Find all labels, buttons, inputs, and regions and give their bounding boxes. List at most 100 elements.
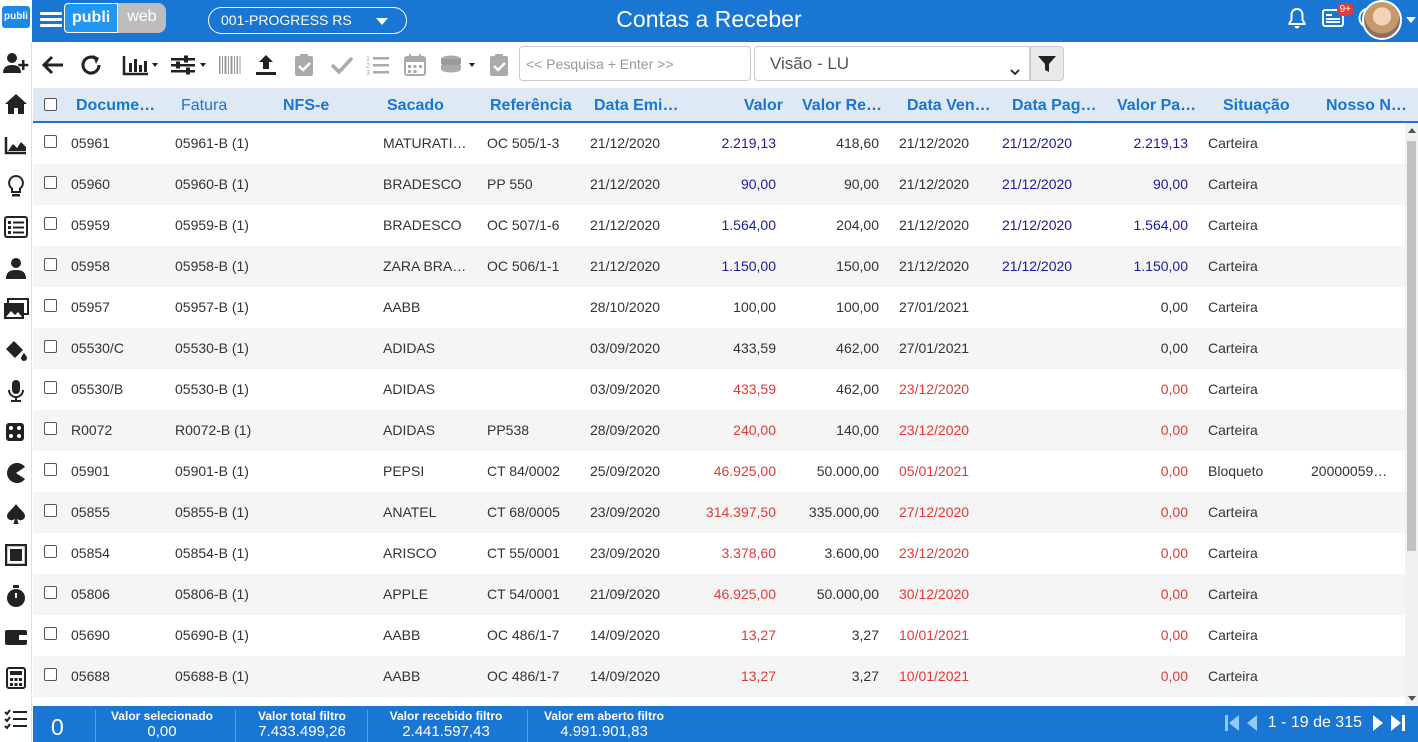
column-header-valor-recebido[interactable]: Valor Re… xyxy=(802,88,892,123)
cell-data-vencimento: 27/01/2021 xyxy=(899,299,970,315)
table-row[interactable]: 05854 05854-B (1) ARISCO CT 55/0001 23/09/20… xyxy=(33,533,1405,574)
coins-dropdown-icon[interactable] xyxy=(438,52,478,78)
sidebar-item-home[interactable] xyxy=(0,83,32,124)
cell-valor-pago: 1.564,00 xyxy=(1133,217,1189,233)
numbered-list-icon[interactable]: 123 xyxy=(365,52,391,78)
sidebar-item-wallet[interactable] xyxy=(0,616,32,657)
last-page-icon[interactable] xyxy=(1390,714,1406,732)
check-icon[interactable] xyxy=(329,52,355,78)
vertical-scrollbar[interactable] xyxy=(1405,123,1418,706)
row-checkbox[interactable] xyxy=(44,504,57,517)
sidebar-item-add-user[interactable] xyxy=(0,42,32,83)
avatar-caret-icon[interactable] xyxy=(1406,17,1416,23)
row-checkbox[interactable] xyxy=(44,545,57,558)
table-row[interactable]: 05901 05901-B (1) PEPSI CT 84/0002 25/09/202… xyxy=(33,451,1405,492)
row-checkbox[interactable] xyxy=(44,135,57,148)
cell-valor-pago: 0,00 xyxy=(1160,381,1188,397)
sidebar-item-calculator[interactable] xyxy=(0,657,32,698)
row-checkbox[interactable] xyxy=(44,217,57,230)
cell-fatura: 05901-B (1) xyxy=(175,463,249,479)
cell-valor: 314.397,50 xyxy=(705,504,776,520)
column-header-documento[interactable]: Docume… xyxy=(76,88,160,123)
sidebar-item-checklist[interactable] xyxy=(0,698,32,739)
table-row[interactable]: 05959 05959-B (1) BRADESCO OC 507/1-6 21/12/… xyxy=(33,205,1405,246)
table-row[interactable]: 05530/C 05530-B (1) ADIDAS 03/09/2020 433,59… xyxy=(33,328,1405,369)
company-select[interactable]: 001-PROGRESS RS xyxy=(208,7,407,34)
sidebar-item-ideas[interactable] xyxy=(0,165,32,206)
row-checkbox[interactable] xyxy=(44,627,57,640)
table-row[interactable]: 05690 05690-B (1) AABB OC 486/1-7 14/09/2020… xyxy=(33,615,1405,656)
prev-page-icon[interactable] xyxy=(1246,714,1258,732)
select-all-checkbox[interactable] xyxy=(44,98,57,111)
settings-sliders-icon[interactable] xyxy=(169,52,209,78)
sidebar-item-pacman[interactable] xyxy=(0,452,32,493)
refresh-icon[interactable] xyxy=(78,52,104,78)
column-header-data-vencimento[interactable]: Data Ven… xyxy=(907,88,997,123)
column-header-referencia[interactable]: Referência xyxy=(490,88,580,123)
table-row[interactable]: 05806 05806-B (1) APPLE CT 54/0001 21/09/202… xyxy=(33,574,1405,615)
sidebar-item-person[interactable] xyxy=(0,247,32,288)
search-input[interactable] xyxy=(519,46,751,81)
row-checkbox[interactable] xyxy=(44,176,57,189)
first-page-icon[interactable] xyxy=(1224,714,1240,732)
scroll-down-icon[interactable] xyxy=(1408,696,1416,701)
upload-icon[interactable] xyxy=(253,52,279,78)
cell-fatura: 05960-B (1) xyxy=(175,176,249,192)
filter-button[interactable] xyxy=(1030,46,1064,81)
row-checkbox[interactable] xyxy=(44,586,57,599)
column-header-valor[interactable]: Valor xyxy=(693,88,783,123)
table-row[interactable]: 05958 05958-B (1) ZARA BRA… OC 506/1-1 21/12… xyxy=(33,246,1405,287)
back-icon[interactable] xyxy=(40,52,66,78)
caret-down-icon xyxy=(376,18,388,25)
column-header-data-emissao[interactable]: Data Emi… xyxy=(594,88,684,123)
clipboard-check-2-icon[interactable] xyxy=(486,52,512,78)
avatar[interactable] xyxy=(1362,0,1402,40)
row-checkbox[interactable] xyxy=(44,422,57,435)
row-checkbox[interactable] xyxy=(44,299,57,312)
sidebar-item-square[interactable] xyxy=(0,534,32,575)
row-checkbox[interactable] xyxy=(44,258,57,271)
column-header-valor-pago[interactable]: Valor Pa… xyxy=(1117,88,1207,123)
table-row[interactable]: 05530/B 05530-B (1) ADIDAS 03/09/2020 433,59… xyxy=(33,369,1405,410)
sidebar-item-microphone[interactable] xyxy=(0,370,32,411)
next-page-icon[interactable] xyxy=(1372,714,1384,732)
notifications-icon[interactable]: 9+ xyxy=(1320,3,1354,31)
sidebar-item-list[interactable] xyxy=(0,206,32,247)
table-row[interactable]: 05957 05957-B (1) AABB 28/10/2020 100,00 100,… xyxy=(33,287,1405,328)
scroll-thumb[interactable] xyxy=(1407,141,1416,551)
sidebar-item-paint[interactable] xyxy=(0,329,32,370)
clipboard-check-icon[interactable] xyxy=(291,52,317,78)
sidebar-item-images[interactable] xyxy=(0,288,32,329)
cell-data-vencimento: 10/01/2021 xyxy=(899,668,970,684)
sidebar-item-dice[interactable] xyxy=(0,411,32,452)
bell-icon[interactable] xyxy=(1284,5,1310,31)
column-header-data-pagamento[interactable]: Data Pag… xyxy=(1012,88,1102,123)
row-checkbox[interactable] xyxy=(44,340,57,353)
column-header-nosso-numero[interactable]: Nosso N… xyxy=(1326,88,1411,123)
menu-icon[interactable] xyxy=(40,9,62,31)
chart-dropdown-icon[interactable] xyxy=(121,52,161,78)
sidebar-item-charts[interactable] xyxy=(0,124,32,165)
sidebar-item-stopwatch[interactable] xyxy=(0,575,32,616)
row-checkbox[interactable] xyxy=(44,381,57,394)
barcode-icon[interactable] xyxy=(217,52,243,78)
calendar-icon[interactable] xyxy=(402,52,428,78)
row-checkbox[interactable] xyxy=(44,463,57,476)
scroll-up-icon[interactable] xyxy=(1408,128,1416,133)
table-row[interactable]: 05688 05688-B (1) AABB OC 486/1-7 14/09/2020… xyxy=(33,656,1405,697)
table-row[interactable]: R0072 R0072-B (1) ADIDAS PP538 28/09/2020 240… xyxy=(33,410,1405,451)
cell-sacado: MATURATI… xyxy=(383,135,467,151)
table-row[interactable]: 05961 05961-B (1) MATURATI… OC 505/1-3 21/12… xyxy=(33,123,1405,164)
column-header-fatura[interactable]: Fatura xyxy=(181,88,261,123)
cell-valor-recebido: 150,00 xyxy=(836,258,879,274)
view-select[interactable]: Visão - LU xyxy=(754,46,1030,81)
brand-part2: web xyxy=(118,3,166,33)
column-header-nfse[interactable]: NFS-e xyxy=(283,88,363,123)
sidebar-item-spade[interactable] xyxy=(0,493,32,534)
row-checkbox[interactable] xyxy=(44,668,57,681)
column-header-sacado[interactable]: Sacado xyxy=(387,88,477,123)
column-header-situacao[interactable]: Situação xyxy=(1223,88,1313,123)
table-row[interactable]: 05855 05855-B (1) ANATEL CT 68/0005 23/09/20… xyxy=(33,492,1405,533)
table-row[interactable]: 05960 05960-B (1) BRADESCO PP 550 21/12/2020… xyxy=(33,164,1405,205)
cell-sacado: ZARA BRA… xyxy=(383,258,467,274)
